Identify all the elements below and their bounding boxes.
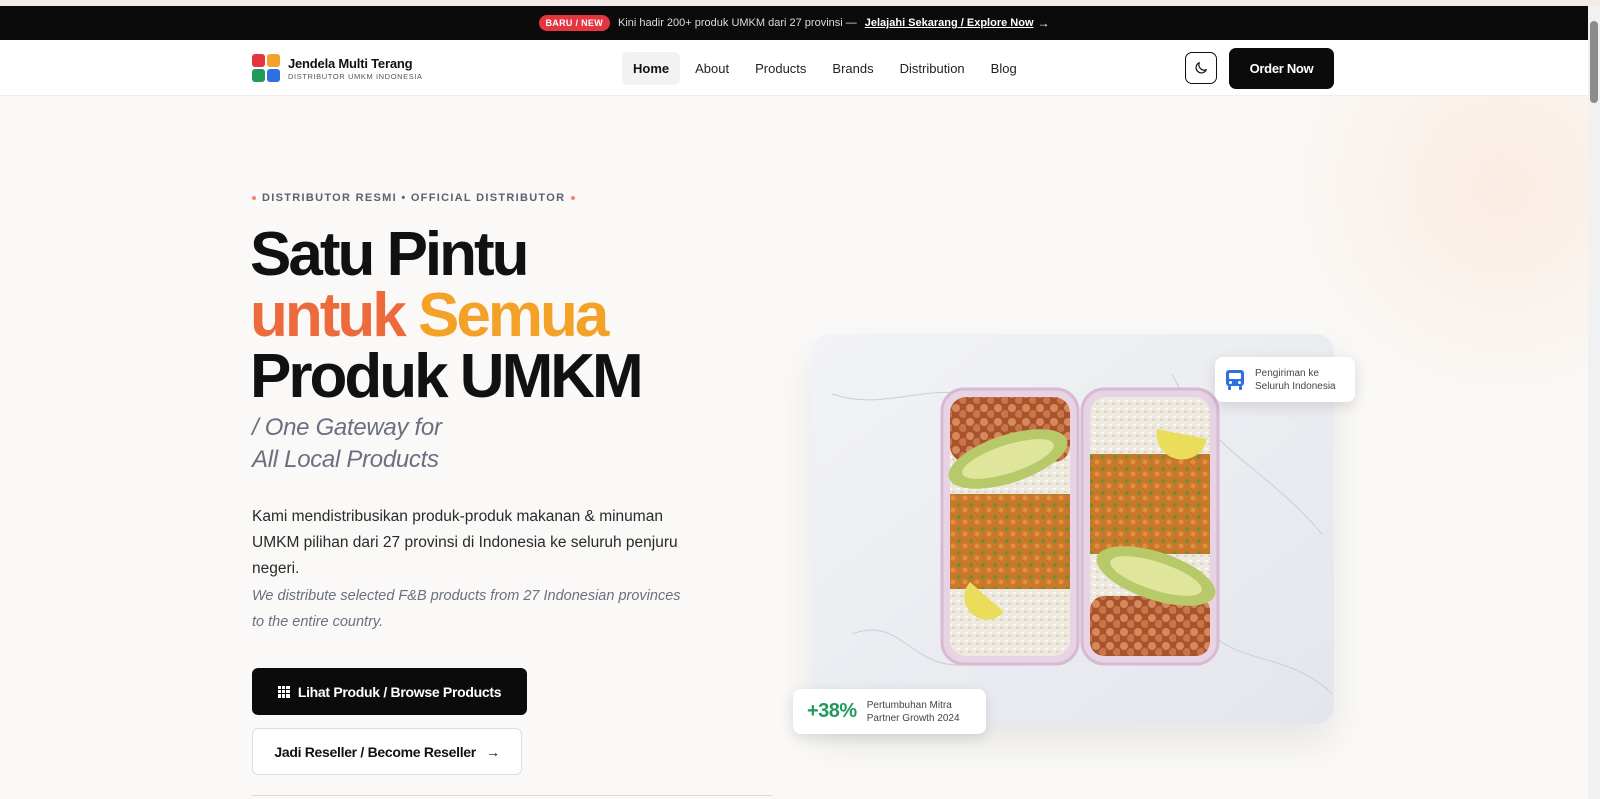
nav-distribution[interactable]: Distribution — [889, 52, 976, 85]
new-badge: BARU / NEW — [538, 15, 610, 31]
eyebrow-text: DISTRIBUTOR RESMI • OFFICIAL DISTRIBUTOR — [262, 192, 566, 204]
growth-line1: Pertumbuhan Mitra — [866, 699, 952, 711]
browse-products-button[interactable]: Lihat Produk / Browse Products — [252, 668, 527, 715]
brand-logo[interactable]: Jendela Multi Terang DISTRIBUTOR UMKM IN… — [252, 54, 423, 82]
become-reseller-button[interactable]: Jadi Reseller / Become Reseller → — [252, 728, 522, 775]
hero-title: Satu Pintu untuk Semua Produk UMKM — [250, 220, 644, 411]
shipping-line1: Pengiriman ke — [1255, 367, 1319, 379]
dot-icon — [252, 196, 256, 200]
dot-icon — [571, 196, 576, 200]
nav-blog[interactable]: Blog — [980, 52, 1028, 85]
become-reseller-label: Jadi Reseller / Become Reseller — [274, 743, 476, 760]
growth-line2: Partner Growth 2024 — [866, 712, 960, 724]
hero-title-line2: untuk Semua — [250, 285, 641, 347]
nav-products[interactable]: Products — [744, 52, 817, 85]
hero-title-line3: Produk UMKM — [250, 342, 644, 411]
navbar: Jendela Multi Terang DISTRIBUTOR UMKM IN… — [0, 40, 1588, 96]
hero-title-line1: Satu Pintu — [250, 220, 530, 289]
arrow-right-icon: → — [485, 743, 500, 760]
shipping-line2: Seluruh Indonesia — [1255, 380, 1336, 392]
theme-toggle-button[interactable] — [1185, 52, 1217, 84]
hero-subtitle: / One Gateway for All Local Products — [252, 412, 442, 476]
hero-title-semua: Semua — [417, 281, 609, 350]
hero-subtitle-line2: All Local Products — [252, 446, 439, 473]
nav-about[interactable]: About — [684, 52, 740, 85]
shipping-card: Pengiriman ke Seluruh Indonesia — [1215, 357, 1355, 402]
growth-value: +38% — [807, 700, 857, 722]
nav-brands[interactable]: Brands — [821, 52, 884, 85]
scrollbar[interactable] — [1588, 6, 1600, 799]
browse-products-label: Lihat Produk / Browse Products — [297, 683, 502, 700]
main-nav: Home About Products Brands Distribution … — [622, 52, 1028, 85]
moon-icon — [1195, 62, 1207, 74]
hero-eyebrow: DISTRIBUTOR RESMI • OFFICIAL DISTRIBUTOR — [252, 192, 576, 204]
hero-subtitle-line1: / One Gateway for — [252, 414, 442, 441]
explore-link[interactable]: Jelajahi Sekarang / Explore Now — [865, 17, 1034, 29]
announcement-text: Kini hadir 200+ produk UMKM dari 27 prov… — [618, 17, 857, 29]
hero-description-en: We distribute selected F&B products from… — [252, 588, 681, 630]
divider — [252, 795, 772, 796]
hero-title-untuk: untuk — [250, 281, 407, 350]
brand-name: Jendela Multi Terang — [288, 55, 413, 71]
growth-card: +38% Pertumbuhan Mitra Partner Growth 20… — [793, 689, 986, 734]
brand-tagline: DISTRIBUTOR UMKM INDONESIA — [288, 71, 423, 81]
grid-icon — [277, 685, 290, 698]
bus-icon — [1226, 369, 1244, 390]
arrow-right-icon: → — [1037, 16, 1050, 30]
hero-description: Kami mendistribusikan produk-produk maka… — [252, 508, 678, 577]
order-now-button[interactable]: Order Now — [1229, 48, 1334, 89]
scrollbar-thumb[interactable] — [1590, 21, 1598, 103]
logo-icon — [252, 54, 280, 82]
nav-home[interactable]: Home — [622, 52, 681, 85]
announcement-bar: BARU / NEW Kini hadir 200+ produk UMKM d… — [0, 6, 1588, 40]
